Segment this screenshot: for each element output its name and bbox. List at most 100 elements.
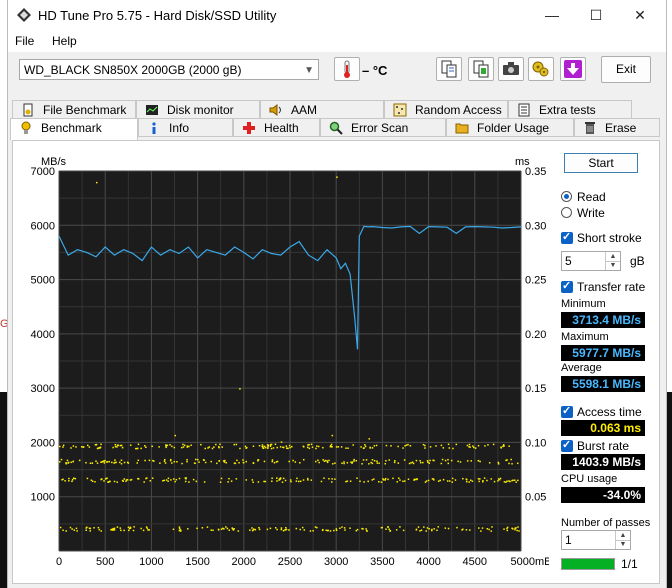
access-time-point <box>279 446 282 448</box>
access-time-point <box>93 527 95 529</box>
access-time-point <box>410 462 412 464</box>
access-time-point <box>503 528 505 530</box>
tab-benchmark[interactable]: Benchmark <box>10 118 138 140</box>
access-time-point <box>382 478 384 480</box>
access-time-point <box>101 478 103 480</box>
access-time-point <box>291 445 293 448</box>
access-time-point <box>271 459 274 461</box>
save-button[interactable] <box>560 57 586 81</box>
access-time-point <box>356 477 358 479</box>
access-time-point <box>176 460 178 463</box>
tab-aam[interactable]: AAM <box>260 100 384 119</box>
copy-all-button[interactable] <box>468 57 494 81</box>
tab-disk-monitor[interactable]: Disk monitor <box>136 100 260 119</box>
access-time-point <box>510 458 512 461</box>
access-time-point <box>468 481 470 483</box>
access-time-point <box>508 462 510 465</box>
access-time-point <box>317 445 320 448</box>
checkbox-checked-icon[interactable] <box>561 229 573 245</box>
minimize-button[interactable]: — <box>530 4 574 28</box>
access-time-point <box>341 462 343 465</box>
access-time-point <box>251 479 254 481</box>
access-time-point <box>478 480 480 483</box>
access-time-point <box>335 528 338 530</box>
access-time-point <box>285 526 287 529</box>
start-button[interactable]: Start <box>564 153 638 173</box>
access-time-point <box>368 463 370 465</box>
access-time-point <box>363 447 365 449</box>
tab-folder-usage[interactable]: Folder Usage <box>446 118 574 137</box>
access-time-point <box>514 479 516 481</box>
access-time-point <box>70 447 72 449</box>
access-time-point <box>278 479 280 481</box>
maximum-value: 5977.7 MB/s <box>561 345 645 361</box>
access-time-point <box>282 446 284 449</box>
short-stroke-stepper[interactable]: 5 ▲ ▼ <box>561 251 621 271</box>
drive-select[interactable]: WD_BLACK SN850X 2000GB (2000 gB) ▼ <box>19 59 319 80</box>
window-title: HD Tune Pro 5.75 - Hard Disk/SSD Utility <box>38 8 277 23</box>
access-time-point <box>195 458 197 461</box>
access-time-point <box>276 446 278 449</box>
access-time-point <box>345 447 347 449</box>
short-stroke-value: 5 <box>565 254 572 268</box>
access-time-point <box>262 447 265 449</box>
access-time-point <box>223 461 226 463</box>
access-time-point <box>186 460 188 463</box>
passes-stepper[interactable]: 1 ▲ ▼ <box>561 530 631 550</box>
access-time-point <box>186 445 189 447</box>
access-time-point <box>497 463 500 465</box>
access-time-point <box>310 443 313 446</box>
access-time-point <box>86 477 89 480</box>
access-time-point <box>165 479 168 481</box>
access-time-point <box>500 446 502 448</box>
access-time-point <box>373 459 376 462</box>
menu-help[interactable]: Help <box>52 34 77 48</box>
write-label: Write <box>577 206 605 220</box>
tab-error-scan[interactable]: Error Scan <box>320 118 446 137</box>
read-radio-indicator[interactable] <box>561 191 572 202</box>
access-time-point <box>462 477 464 480</box>
copy-info-button[interactable] <box>436 57 462 81</box>
health-cross-icon <box>243 122 255 134</box>
write-radio-indicator[interactable] <box>561 207 572 218</box>
access-time-point <box>511 463 513 465</box>
tab-erase[interactable]: Erase <box>574 118 660 137</box>
tab-info[interactable]: Info <box>138 118 233 137</box>
access-time-point <box>490 478 493 480</box>
access-time-point <box>373 478 375 480</box>
access-time-point <box>116 481 118 483</box>
tab-random-access[interactable]: Random Access <box>384 100 508 119</box>
checkbox-checked-icon[interactable] <box>561 437 573 453</box>
exit-button[interactable]: Exit <box>601 56 651 83</box>
pass-progress-bar <box>561 558 615 570</box>
access-time-point <box>428 528 430 530</box>
access-time-point <box>349 480 352 482</box>
stepper-down-icon[interactable]: ▼ <box>605 261 620 270</box>
access-time-point <box>433 479 435 481</box>
access-time-point <box>303 529 306 531</box>
access-time-point <box>497 480 499 482</box>
access-time-point <box>322 528 324 531</box>
options-button[interactable] <box>528 57 554 81</box>
tab-health[interactable]: Health <box>233 118 320 137</box>
temperature-button[interactable] <box>334 57 360 81</box>
access-time-point <box>399 479 401 481</box>
stepper-down-icon[interactable]: ▼ <box>615 540 630 549</box>
access-time-point <box>365 459 368 461</box>
access-time-point <box>419 461 422 464</box>
access-time-point <box>403 459 406 461</box>
menu-file[interactable]: File <box>15 34 34 48</box>
access-time-point <box>360 446 362 448</box>
access-time-point <box>120 459 123 462</box>
screenshot-button[interactable] <box>498 57 524 81</box>
tab-extra-tests[interactable]: Extra tests <box>508 100 632 119</box>
checkbox-checked-icon[interactable] <box>561 403 573 419</box>
access-time-point <box>228 529 231 531</box>
access-time-point <box>103 480 105 482</box>
maximum-label: Maximum <box>561 331 609 343</box>
maximize-button[interactable]: ☐ <box>574 4 618 28</box>
checkbox-checked-icon[interactable] <box>561 278 573 294</box>
tab-file-benchmark[interactable]: File Benchmark <box>12 100 136 119</box>
access-time-point <box>454 479 457 481</box>
close-button[interactable]: ✕ <box>618 4 662 28</box>
